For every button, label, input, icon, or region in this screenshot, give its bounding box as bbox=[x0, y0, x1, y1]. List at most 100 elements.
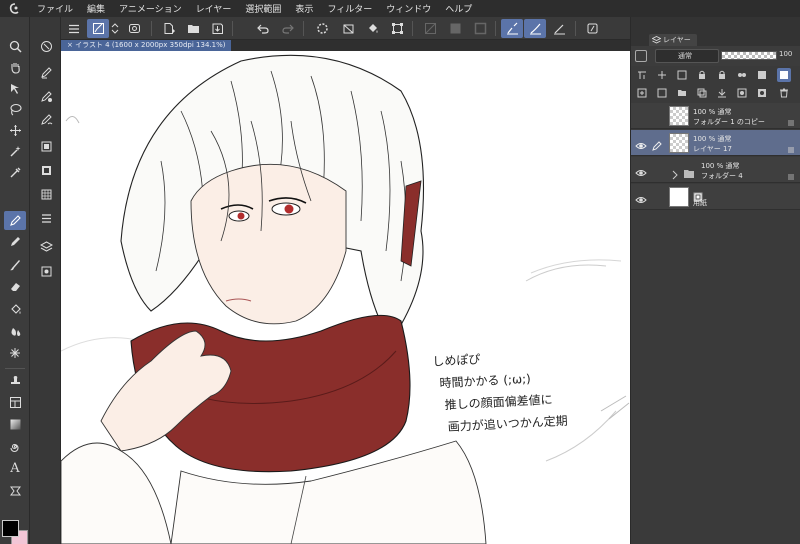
visibility-off-icon[interactable] bbox=[635, 110, 647, 122]
lock-transparency-icon[interactable] bbox=[695, 68, 709, 82]
main-color-swatch[interactable] bbox=[2, 520, 19, 537]
move-layer-icon[interactable] bbox=[655, 68, 669, 82]
loading-spinner-icon[interactable] bbox=[311, 19, 333, 38]
pen-pressure-icon[interactable] bbox=[35, 87, 57, 106]
save-icon[interactable] bbox=[206, 19, 228, 38]
layer-row[interactable]: 100 % 通常 レイヤー 17 bbox=[631, 130, 800, 156]
brush-icon[interactable] bbox=[4, 255, 26, 274]
menu-help[interactable]: ヘルプ bbox=[438, 2, 479, 15]
eye-icon[interactable] bbox=[635, 164, 647, 176]
delete-layer-icon[interactable] bbox=[777, 86, 791, 100]
layer-color-icon[interactable] bbox=[635, 50, 647, 62]
move-icon[interactable] bbox=[4, 121, 26, 140]
lock-icon[interactable] bbox=[715, 68, 729, 82]
frame-icon[interactable] bbox=[4, 393, 26, 412]
menu-edit[interactable]: 編集 bbox=[80, 2, 112, 15]
close-subtool-icon[interactable] bbox=[35, 37, 57, 56]
clip-studio-window: ファイル 編集 アニメーション レイヤー 選択範囲 表示 フィルター ウィンドウ… bbox=[0, 0, 800, 544]
new-file-icon[interactable] bbox=[157, 19, 179, 38]
eyedropper-icon[interactable] bbox=[4, 163, 26, 182]
layer-row[interactable]: 100 % 通常 フォルダー 1 のコピー bbox=[631, 103, 800, 129]
redo-icon[interactable] bbox=[277, 19, 299, 38]
pen-tool-icon[interactable] bbox=[4, 211, 26, 230]
stepper-icon[interactable] bbox=[109, 19, 121, 38]
eye-icon[interactable] bbox=[635, 137, 647, 149]
snap-ruler-icon[interactable] bbox=[501, 19, 523, 38]
folder-row[interactable]: 100 % 通常 フォルダー 4 bbox=[631, 157, 800, 183]
paper-layer-row[interactable]: 用紙 bbox=[631, 184, 800, 210]
lock-slot-icon[interactable] bbox=[651, 110, 663, 122]
hand-icon[interactable] bbox=[4, 58, 26, 77]
mask-icon[interactable] bbox=[735, 86, 749, 100]
canvas-tab[interactable]: × イラスト 4 (1600 x 2000px 350dpi 134.1%) bbox=[61, 40, 232, 51]
zoom-icon[interactable] bbox=[4, 37, 26, 56]
magic-wand-icon[interactable] bbox=[4, 142, 26, 161]
stamp-icon[interactable] bbox=[4, 371, 26, 390]
eye-icon[interactable] bbox=[635, 191, 647, 203]
layer-property-icon[interactable] bbox=[635, 68, 649, 82]
menu-layer[interactable]: レイヤー bbox=[189, 2, 239, 15]
layer-name: レイヤー 17 bbox=[693, 145, 732, 153]
new-folder-icon[interactable] bbox=[675, 86, 689, 100]
new-raster-layer-icon[interactable] bbox=[635, 86, 649, 100]
layer-grid-icon[interactable] bbox=[35, 185, 57, 204]
lasso-icon[interactable] bbox=[4, 100, 26, 119]
fill-icon[interactable] bbox=[4, 300, 26, 319]
spiral-icon[interactable] bbox=[4, 437, 26, 456]
copy-layer-icon[interactable] bbox=[695, 86, 709, 100]
drawing-canvas[interactable]: しめぽぴ 時間かかる (;ω;) 推しの顔面偏差値に 画力が追いつかん定期 bbox=[61, 51, 630, 544]
blend-mode-select[interactable]: 通常 bbox=[655, 49, 719, 63]
list-icon[interactable] bbox=[35, 209, 57, 228]
color-swatch[interactable] bbox=[1, 517, 29, 544]
hamburger-menu-icon[interactable] bbox=[63, 19, 85, 38]
snap-grid-icon[interactable] bbox=[548, 19, 570, 38]
undo-icon[interactable] bbox=[251, 19, 273, 38]
decoration-icon[interactable] bbox=[4, 344, 26, 363]
tool-property-icon[interactable] bbox=[87, 19, 109, 38]
menu-selection[interactable]: 選択範囲 bbox=[238, 2, 288, 15]
drag-handle-icon[interactable] bbox=[787, 139, 795, 153]
apply-mask-icon[interactable] bbox=[755, 86, 769, 100]
snap-special-ruler-icon[interactable] bbox=[524, 19, 546, 38]
menu-filter[interactable]: フィルター bbox=[320, 2, 379, 15]
balloon-icon[interactable] bbox=[4, 481, 26, 500]
new-vector-layer-icon[interactable] bbox=[655, 86, 669, 100]
gradient-icon[interactable] bbox=[4, 415, 26, 434]
layer-new-icon[interactable] bbox=[35, 137, 57, 156]
shortcut-icon[interactable] bbox=[581, 19, 603, 38]
opacity-slider[interactable] bbox=[721, 51, 777, 60]
draft-layer-icon[interactable] bbox=[755, 68, 769, 82]
close-tab-icon[interactable]: × bbox=[67, 41, 75, 49]
operation-icon[interactable] bbox=[4, 79, 26, 98]
pen-stabilize-icon[interactable] bbox=[35, 110, 57, 129]
eraser-icon[interactable] bbox=[4, 277, 26, 296]
layer-fill-icon[interactable] bbox=[35, 161, 57, 180]
pencil-icon[interactable] bbox=[4, 232, 26, 251]
merge-layer-icon[interactable] bbox=[715, 86, 729, 100]
menu-file[interactable]: ファイル bbox=[30, 2, 80, 15]
fill-bucket-icon[interactable] bbox=[361, 19, 383, 38]
menu-animation[interactable]: アニメーション bbox=[112, 2, 189, 15]
clear-icon[interactable] bbox=[337, 19, 359, 38]
blend-icon[interactable] bbox=[4, 322, 26, 341]
menu-window[interactable]: ウィンドウ bbox=[379, 2, 438, 15]
command-column bbox=[30, 17, 61, 544]
clip-layer-icon[interactable] bbox=[675, 68, 689, 82]
pen-subtool-icon[interactable] bbox=[35, 63, 57, 82]
app-logo-icon[interactable] bbox=[0, 0, 30, 17]
menu-view[interactable]: 表示 bbox=[288, 2, 320, 15]
reference-layer-icon[interactable] bbox=[735, 68, 749, 82]
layer-panel-tab[interactable]: レイヤー bbox=[649, 34, 697, 46]
drag-handle-icon[interactable] bbox=[787, 166, 795, 180]
transform-icon[interactable] bbox=[386, 19, 408, 38]
layer-icon-row bbox=[631, 84, 800, 102]
material-icon[interactable] bbox=[35, 262, 57, 281]
navigator-icon[interactable] bbox=[123, 19, 145, 38]
chevron-right-icon[interactable] bbox=[671, 165, 679, 184]
text-icon[interactable]: A bbox=[4, 459, 26, 478]
open-folder-icon[interactable] bbox=[182, 19, 204, 38]
layer-stack-icon[interactable] bbox=[35, 237, 57, 256]
layer-color-toggle-icon[interactable] bbox=[777, 68, 791, 82]
drag-handle-icon[interactable] bbox=[787, 112, 795, 126]
editing-pen-icon[interactable] bbox=[651, 137, 663, 151]
